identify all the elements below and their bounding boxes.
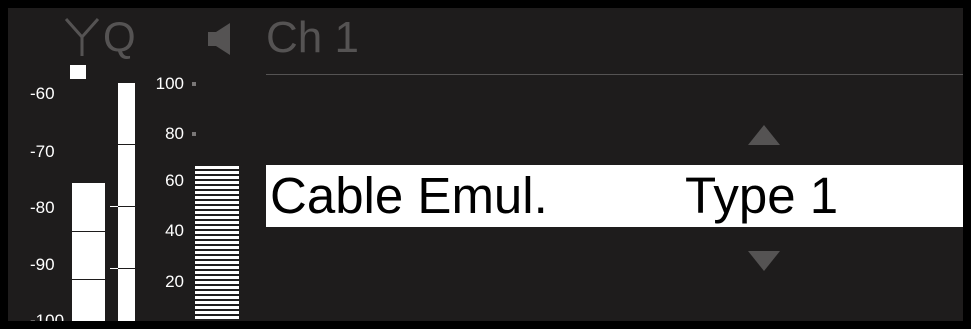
af-scale-label: 40 (165, 221, 184, 240)
af-scale-label: 60 (165, 171, 184, 190)
af-scale-dot (192, 132, 196, 136)
rf-scale-label: -70 (30, 142, 55, 161)
af-scale-label: 100 (155, 74, 184, 93)
diversity-bar-divider (118, 268, 135, 269)
antenna-quality-label: Q (103, 13, 136, 60)
rf-scale-label: -80 (30, 198, 55, 217)
rf-bar-segment-divider (72, 279, 105, 280)
rf-scale-label: -100 (30, 311, 65, 329)
arrow-down-icon[interactable] (748, 251, 780, 271)
rf-peak-marker (70, 65, 86, 79)
diversity-tick (110, 206, 118, 207)
rf-level-bar (72, 183, 105, 321)
arrow-up-icon[interactable] (748, 125, 780, 145)
antenna-icon (64, 18, 100, 56)
af-scale-label: 80 (165, 124, 184, 143)
diversity-bar-divider (118, 206, 135, 207)
diversity-bar-divider (118, 144, 135, 145)
rf-bar-segment-divider (72, 231, 105, 232)
rf-scale-label: -60 (30, 84, 55, 103)
parameter-label: Cable Emul. (270, 167, 548, 224)
receiver-display: Q Ch 1 -60 -70 -80 -90 -100 100 80 60 40… (0, 0, 971, 329)
rf-scale-label: -90 (30, 255, 55, 274)
diversity-tick (110, 268, 118, 269)
speaker-icon (208, 23, 230, 55)
af-scale-label: 20 (165, 272, 184, 291)
af-scale-dot (192, 82, 196, 86)
parameter-value[interactable]: Type 1 (685, 167, 838, 225)
header-divider (266, 74, 963, 75)
channel-name: Ch 1 (266, 13, 359, 62)
af-level-bar (195, 166, 239, 321)
